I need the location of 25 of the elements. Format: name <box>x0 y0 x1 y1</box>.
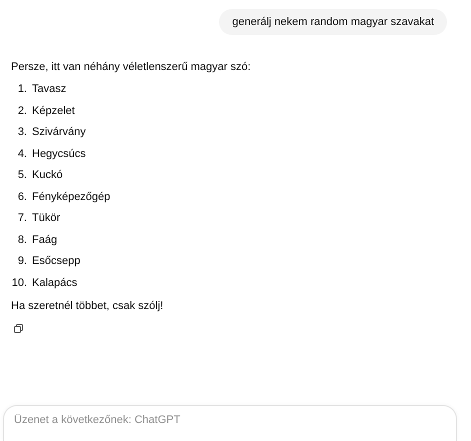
list-word: Fényképezőgép <box>32 190 110 204</box>
list-word: Tavasz <box>32 82 66 96</box>
list-word: Faág <box>32 232 58 246</box>
message-input-field[interactable]: Üzenet a következőnek: ChatGPT <box>3 405 457 441</box>
list-word: Tükör <box>32 211 60 225</box>
list-number: 8. <box>16 232 27 246</box>
list-number: 6. <box>16 190 27 204</box>
list-number: 3. <box>16 125 27 139</box>
user-message: generálj nekem random magyar szavakat <box>219 9 447 35</box>
reply-intro: Persze, itt van néhány véletlenszerű magyar szó: <box>11 60 252 74</box>
list-number: 7. <box>16 211 27 225</box>
reply-closing: Ha szeretnél többet, csak szólj! <box>11 298 164 312</box>
list-word: Esőcsepp <box>32 254 80 268</box>
list-number: 1. <box>16 82 27 96</box>
list-number: 5. <box>16 168 27 182</box>
list-number: 2. <box>16 104 27 118</box>
list-word: Kuckó <box>32 168 63 182</box>
list-number: 10. <box>11 276 27 290</box>
list-word: Kalapács <box>32 276 78 290</box>
list-word: Képzelet <box>32 104 75 118</box>
list-number: 4. <box>16 146 27 160</box>
copy-icon[interactable] <box>14 324 23 332</box>
list-word: Hegycsúcs <box>32 146 86 160</box>
list-number: 9. <box>16 254 27 268</box>
list-word: Szivárvány <box>32 125 86 139</box>
